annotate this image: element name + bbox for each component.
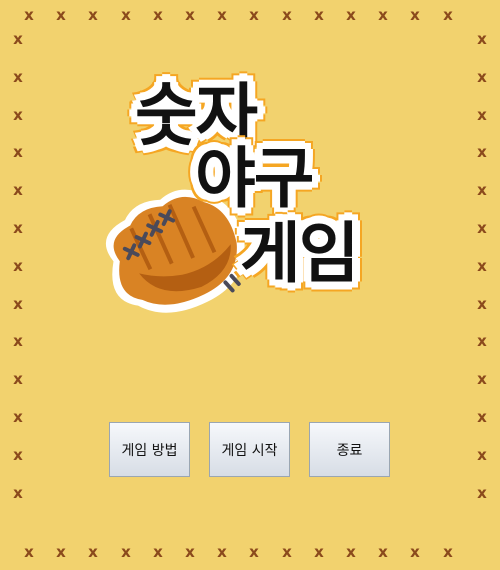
game-logo: 숫자 야구 게임 (80, 60, 410, 320)
stitch-mark: x (314, 6, 324, 24)
stitch-mark: x (314, 543, 324, 561)
title-line-3: 게임 (240, 215, 359, 292)
stitch-mark: x (477, 30, 487, 48)
stitch-mark: x (121, 543, 131, 561)
start-game-button[interactable]: 게임 시작 (209, 422, 290, 477)
main-menu-screen: x x x x x x x x x x x x x x x x x x x x x x x x x x x x x x x x x x x x x x x x… (0, 0, 500, 570)
stitch-mark: x (13, 295, 23, 313)
stitch-mark: x (346, 543, 356, 561)
stitch-mark: x (346, 6, 356, 24)
stitch-mark: x (477, 295, 487, 313)
stitch-mark: x (88, 543, 98, 561)
stitch-mark: x (477, 332, 487, 350)
stitch-mark: x (410, 6, 420, 24)
stitch-mark: x (13, 332, 23, 350)
stitch-mark: x (443, 6, 453, 24)
stitch-mark: x (121, 6, 131, 24)
stitch-mark: x (13, 181, 23, 199)
stitch-mark: x (24, 6, 34, 24)
stitch-mark: x (378, 543, 388, 561)
stitch-mark: x (477, 408, 487, 426)
stitch-mark: x (477, 143, 487, 161)
stitch-mark: x (24, 543, 34, 561)
stitch-mark: x (13, 446, 23, 464)
how-to-play-button[interactable]: 게임 방법 (109, 422, 190, 477)
quit-button[interactable]: 종료 (309, 422, 390, 477)
stitch-mark: x (477, 68, 487, 86)
stitch-mark: x (477, 106, 487, 124)
stitch-mark: x (249, 6, 259, 24)
stitch-mark: x (477, 181, 487, 199)
stitch-mark: x (477, 257, 487, 275)
stitch-mark: x (13, 257, 23, 275)
stitch-mark: x (13, 143, 23, 161)
stitch-mark: x (13, 219, 23, 237)
stitch-mark: x (410, 543, 420, 561)
stitch-mark: x (217, 543, 227, 561)
stitch-mark: x (56, 543, 66, 561)
stitch-mark: x (13, 68, 23, 86)
stitch-mark: x (477, 446, 487, 464)
stitch-mark: x (282, 543, 292, 561)
stitch-mark: x (153, 6, 163, 24)
stitch-mark: x (477, 484, 487, 502)
stitch-mark: x (185, 543, 195, 561)
stitch-mark: x (282, 6, 292, 24)
stitch-mark: x (13, 484, 23, 502)
stitch-mark: x (477, 219, 487, 237)
stitch-mark: x (477, 370, 487, 388)
stitch-mark: x (56, 6, 66, 24)
stitch-mark: x (378, 6, 388, 24)
stitch-mark: x (443, 543, 453, 561)
stitch-mark: x (13, 30, 23, 48)
stitch-mark: x (153, 543, 163, 561)
stitch-mark: x (13, 106, 23, 124)
stitch-mark: x (185, 6, 195, 24)
stitch-mark: x (88, 6, 98, 24)
stitch-mark: x (249, 543, 259, 561)
stitch-mark: x (217, 6, 227, 24)
stitch-mark: x (13, 408, 23, 426)
stitch-mark: x (13, 370, 23, 388)
